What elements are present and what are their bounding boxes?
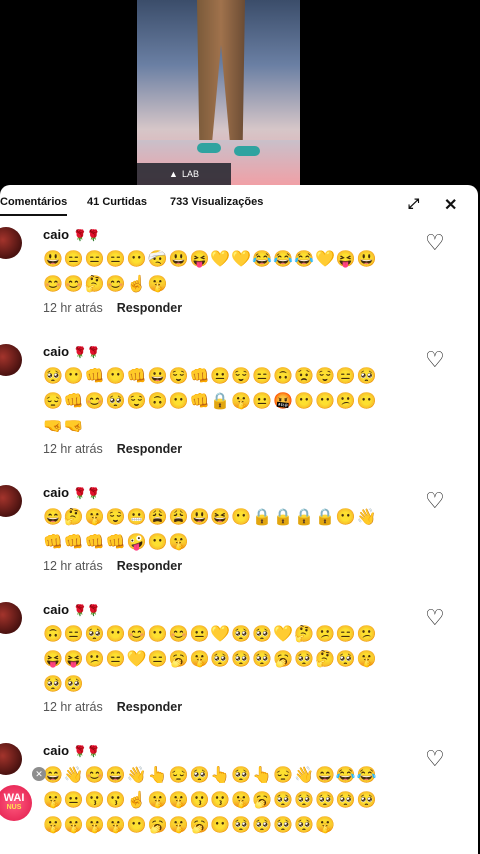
rose-emoji: 🌹🌹	[73, 746, 101, 758]
tab-comments[interactable]: Comentários	[0, 196, 68, 216]
rose-emoji: 🌹🌹	[73, 605, 101, 617]
close-icon[interactable]: ✕	[444, 195, 457, 215]
lab-label: LAB	[181, 169, 199, 179]
close-badge-icon[interactable]: ✕	[32, 767, 46, 781]
comment-author[interactable]: caio 🌹🌹	[43, 344, 100, 359]
comment-time: 12 hr atrás	[43, 301, 103, 315]
comments-panel: Comentários 41 Curtidas 733 Visualizaçõe…	[0, 185, 478, 854]
comment-time: 12 hr atrás	[43, 442, 103, 456]
heart-icon[interactable]: ♡	[425, 746, 445, 772]
comment-author[interactable]: caio 🌹🌹	[43, 602, 100, 617]
comment-text: 🙃😑🥺😶😊😶😊😐💛🥺🥺💛🤔😕😑😕😝😝😕😑💛😑🥱🤫🥺🥺🥺🥱🥺🤔🥺🤫🥺🥺	[43, 626, 378, 693]
character-shoe	[234, 146, 260, 156]
comment-text: 😄🤔🤫😌😬😩😩😃😆😶🔒🔒🔒🔒😶👋👊👊👊👊🤪😶🤫	[43, 509, 378, 551]
comment-text: 😃😑😑😑😶🤕😃😝💛💛😂😂😂💛😝😃😊😊🤔😊☝️🤫	[43, 251, 378, 293]
avatar[interactable]	[0, 743, 22, 775]
tab-views[interactable]: 733 Visualizações	[170, 196, 263, 208]
heart-icon[interactable]: ♡	[425, 347, 445, 373]
promo-badge-line2: NUS	[6, 804, 22, 811]
tab-bar: Comentários 41 Curtidas 733 Visualizaçõe…	[0, 185, 478, 221]
promo-badge-line1: WAI	[3, 792, 25, 804]
comment-author[interactable]: caio 🌹🌹	[43, 227, 100, 242]
heart-icon[interactable]: ♡	[425, 488, 445, 514]
reply-button[interactable]: Responder	[117, 700, 182, 714]
rose-emoji: 🌹🌹	[73, 347, 101, 359]
comment-meta: 12 hr atrás Responder	[43, 301, 182, 315]
likes-label: Curtidas	[102, 196, 147, 208]
video-preview[interactable]: ▲ LAB	[137, 0, 300, 185]
views-count: 733	[170, 196, 189, 208]
lab-icon: ▲	[169, 169, 178, 179]
avatar[interactable]	[0, 485, 22, 517]
heart-icon[interactable]: ♡	[425, 605, 445, 631]
character-legs	[197, 0, 245, 150]
heart-icon[interactable]: ♡	[425, 230, 445, 256]
reply-button[interactable]: Responder	[117, 442, 182, 456]
comment-text: 😄👋😊😄👋👆😔🥺👆🥺👆😔👋😄😂😂🤫😐😗😗☝️🤫🤫😗😗🤫🥱🥺🥺🥺🥺🥺🤫🤫🤫🤫😶🥱🤫…	[43, 767, 378, 834]
comment-author[interactable]: caio 🌹🌹	[43, 485, 100, 500]
lab-label-bar: ▲ LAB	[137, 163, 231, 185]
rose-emoji: 🌹🌹	[73, 488, 101, 500]
avatar[interactable]	[0, 344, 22, 376]
reply-button[interactable]: Responder	[117, 301, 182, 315]
comment-meta: 12 hr atrás Responder	[43, 700, 182, 714]
character-shoe	[197, 143, 221, 153]
comment-meta: 12 hr atrás Responder	[43, 442, 182, 456]
views-label: Visualizações	[191, 196, 264, 208]
avatar[interactable]	[0, 602, 22, 634]
expand-icon[interactable]: ⤢	[408, 195, 419, 212]
comment-time: 12 hr atrás	[43, 700, 103, 714]
reply-button[interactable]: Responder	[117, 559, 182, 573]
likes-count: 41	[87, 196, 100, 208]
comment-author[interactable]: caio 🌹🌹	[43, 743, 100, 758]
comment-meta: 12 hr atrás Responder	[43, 559, 182, 573]
comment-text: 🥺😶👊😶👊😀😌👊😐😌😑🙃😟😌😑🥺😔👊😊🥺😌🙃😶👊🔒🤫😐🤬😶😶😕😶🤜🤜	[43, 368, 378, 435]
tab-likes[interactable]: 41 Curtidas	[87, 196, 147, 208]
avatar[interactable]	[0, 227, 22, 259]
comment-time: 12 hr atrás	[43, 559, 103, 573]
rose-emoji: 🌹🌹	[73, 230, 101, 242]
